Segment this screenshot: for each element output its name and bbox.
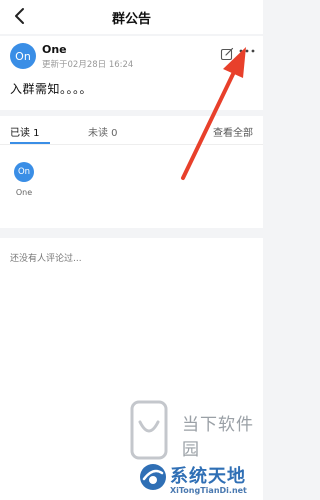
page-title: 群公告 [111, 12, 151, 27]
more-icon[interactable] [238, 44, 256, 58]
announcement-card: On One 更新于02月28日 16:24 入群需知。。。。 [0, 36, 263, 110]
reader-avatar: On [14, 162, 34, 182]
empty-comments-text: 还没有人评论过... [10, 254, 82, 264]
edit-icon[interactable] [220, 47, 234, 61]
watermark-logo-icon [140, 464, 166, 490]
tab-read[interactable]: 已读 1 [10, 124, 40, 139]
announcement-content: 入群需知。。。。 [10, 82, 93, 96]
comments-section: 还没有人评论过... [0, 238, 263, 500]
view-all-link[interactable]: 查看全部 [213, 124, 253, 139]
tabs-divider [0, 144, 263, 145]
reader-name: One [15, 188, 33, 197]
readers-panel: 已读 1 未读 0 查看全部 On One [0, 116, 263, 228]
author-avatar[interactable]: On [10, 43, 36, 69]
watermark-site-name: 当下软件园 [182, 415, 254, 460]
author-name: One [42, 43, 67, 56]
reader-item[interactable]: On One [10, 162, 38, 197]
watermark-phone-icon [130, 400, 168, 460]
watermark-brand: 系统天地 [170, 466, 246, 487]
watermark-url: XiTongTianDi.net [170, 486, 247, 495]
updated-timestamp: 更新于02月28日 16:24 [42, 60, 134, 70]
tab-unread[interactable]: 未读 0 [88, 124, 118, 139]
top-bar: 群公告 [0, 0, 263, 34]
